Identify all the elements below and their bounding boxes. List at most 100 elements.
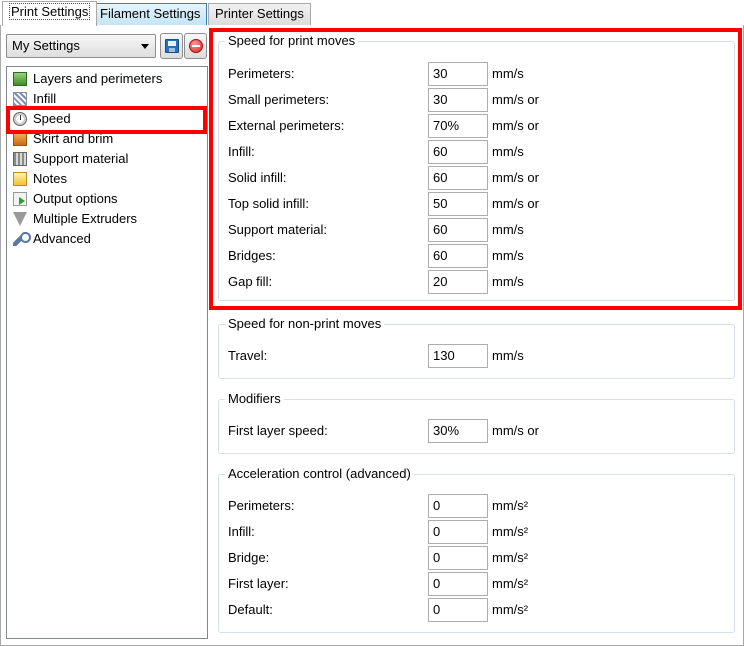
- small-perimeters-speed-input[interactable]: 30: [428, 88, 488, 112]
- speedometer-icon: [13, 112, 27, 126]
- unit-label: mm/s²: [492, 524, 529, 539]
- tab-label: Print Settings: [9, 3, 91, 20]
- row-gap-fill-speed: Gap fill: 20 mm/s: [228, 270, 728, 294]
- solid-infill-speed-input[interactable]: 60: [428, 166, 488, 190]
- unit-label: mm/s²: [492, 550, 529, 565]
- field-label: Gap fill:: [228, 274, 273, 289]
- tree-item-notes[interactable]: Notes: [11, 170, 203, 188]
- tab-filament-settings[interactable]: Filament Settings: [93, 3, 208, 25]
- tree-item-skirt-and-brim[interactable]: Skirt and brim: [11, 130, 203, 148]
- tab-print-settings[interactable]: Print Settings: [2, 1, 98, 26]
- delete-preset-button[interactable]: [184, 33, 207, 59]
- field-label: Perimeters:: [228, 66, 295, 81]
- gap-fill-speed-input[interactable]: 20: [428, 270, 488, 294]
- unit-label: mm/s: [492, 222, 524, 237]
- layers-icon: [13, 72, 27, 86]
- row-external-perimeters-speed: External perimeters: 70% mm/s or: [228, 114, 728, 138]
- infill-icon: [13, 92, 27, 106]
- row-solid-infill-speed: Solid infill: 60 mm/s or: [228, 166, 728, 190]
- tree-item-label: Advanced: [33, 231, 91, 246]
- top-solid-infill-speed-input[interactable]: 50: [428, 192, 488, 216]
- tree-item-label: Output options: [33, 191, 118, 206]
- tree-item-layers-and-perimeters[interactable]: Layers and perimeters: [11, 70, 203, 88]
- bridges-speed-input[interactable]: 60: [428, 244, 488, 268]
- row-infill-speed: Infill: 60 mm/s: [228, 140, 728, 164]
- unit-label: mm/s: [492, 274, 524, 289]
- group-modifiers: Modifiers First layer speed: 30% mm/s or: [218, 391, 735, 454]
- tree-item-infill[interactable]: Infill: [11, 90, 203, 108]
- funnel-icon: [13, 212, 27, 226]
- row-first-layer-speed: First layer speed: 30% mm/s or: [228, 419, 728, 443]
- first-layer-acceleration-input[interactable]: 0: [428, 572, 488, 596]
- row-infill-acceleration: Infill: 0 mm/s²: [228, 520, 728, 544]
- wrench-icon: [13, 232, 31, 246]
- preset-dropdown[interactable]: My Settings: [6, 34, 156, 58]
- bridge-acceleration-input[interactable]: 0: [428, 546, 488, 570]
- row-bridge-acceleration: Bridge: 0 mm/s²: [228, 546, 728, 570]
- tree-item-support-material[interactable]: Support material: [11, 150, 203, 168]
- unit-label: mm/s: [492, 348, 524, 363]
- group-non-print-moves: Speed for non-print moves Travel: 130 mm…: [218, 316, 735, 379]
- infill-speed-input[interactable]: 60: [428, 140, 488, 164]
- unit-label: mm/s²: [492, 498, 529, 513]
- unit-label: mm/s or: [492, 196, 539, 211]
- save-icon: [165, 39, 179, 53]
- row-support-material-speed: Support material: 60 mm/s: [228, 218, 728, 242]
- group-title: Modifiers: [225, 391, 284, 407]
- tree-item-label: Speed: [33, 111, 71, 126]
- field-label: Bridges:: [228, 248, 276, 263]
- tree-item-label: Layers and perimeters: [33, 71, 163, 86]
- unit-label: mm/s²: [492, 602, 529, 617]
- field-label: Travel:: [228, 348, 268, 363]
- tree-item-advanced[interactable]: Advanced: [11, 230, 203, 248]
- row-default-acceleration: Default: 0 mm/s²: [228, 598, 728, 622]
- notes-icon: [13, 172, 27, 186]
- perimeters-acceleration-input[interactable]: 0: [428, 494, 488, 518]
- field-label: Default:: [228, 602, 273, 617]
- group-print-moves: Speed for print moves Perimeters: 30 mm/…: [218, 33, 735, 301]
- row-perimeters-speed: Perimeters: 30 mm/s: [228, 62, 728, 86]
- field-label: Top solid infill:: [228, 196, 309, 211]
- field-label: Solid infill:: [228, 170, 287, 185]
- field-label: Perimeters:: [228, 498, 295, 513]
- support-material-speed-input[interactable]: 60: [428, 218, 488, 242]
- tree-item-label: Notes: [33, 171, 67, 186]
- save-preset-button[interactable]: [160, 33, 183, 59]
- row-top-solid-infill-speed: Top solid infill: 50 mm/s or: [228, 192, 728, 216]
- field-label: External perimeters:: [228, 118, 345, 133]
- row-travel-speed: Travel: 130 mm/s: [228, 344, 728, 368]
- group-acceleration-control: Acceleration control (advanced) Perimete…: [218, 466, 735, 633]
- tree-item-label: Support material: [33, 151, 129, 166]
- preset-selected-value: My Settings: [12, 38, 80, 53]
- travel-speed-input[interactable]: 130: [428, 344, 488, 368]
- unit-label: mm/s or: [492, 118, 539, 133]
- infill-acceleration-input[interactable]: 0: [428, 520, 488, 544]
- tree-item-output-options[interactable]: Output options: [11, 190, 203, 208]
- unit-label: mm/s: [492, 248, 524, 263]
- settings-tree: Layers and perimeters Infill Speed Skirt…: [6, 66, 208, 639]
- default-acceleration-input[interactable]: 0: [428, 598, 488, 622]
- unit-label: mm/s: [492, 144, 524, 159]
- unit-label: mm/s or: [492, 423, 539, 438]
- tree-item-multiple-extruders[interactable]: Multiple Extruders: [11, 210, 203, 228]
- perimeters-speed-input[interactable]: 30: [428, 62, 488, 86]
- field-label: Infill:: [228, 144, 255, 159]
- tree-item-speed[interactable]: Speed: [11, 110, 203, 128]
- unit-label: mm/s or: [492, 170, 539, 185]
- field-label: Small perimeters:: [228, 92, 330, 107]
- row-first-layer-acceleration: First layer: 0 mm/s²: [228, 572, 728, 596]
- tab-printer-settings[interactable]: Printer Settings: [208, 3, 311, 25]
- tree-item-label: Multiple Extruders: [33, 211, 138, 226]
- group-title: Acceleration control (advanced): [225, 466, 414, 482]
- external-perimeters-speed-input[interactable]: 70%: [428, 114, 488, 138]
- row-perimeters-acceleration: Perimeters: 0 mm/s²: [228, 494, 728, 518]
- delete-icon: [189, 39, 203, 53]
- field-label: Support material:: [228, 222, 327, 237]
- support-icon: [13, 152, 27, 166]
- tree-item-label: Skirt and brim: [33, 131, 114, 146]
- tree-item-label: Infill: [33, 91, 57, 106]
- field-label: Infill:: [228, 524, 255, 539]
- first-layer-speed-input[interactable]: 30%: [428, 419, 488, 443]
- field-label: Bridge:: [228, 550, 270, 565]
- output-icon: [13, 192, 27, 206]
